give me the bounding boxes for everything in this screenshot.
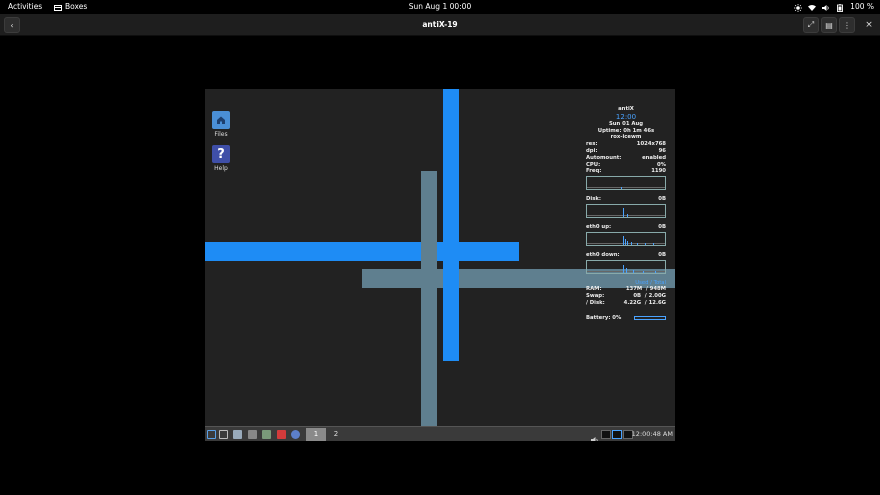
browser-icon[interactable] [291,430,300,439]
conky-stat-cpu: CPU: 0% [586,161,666,168]
battery-percentage: 100 % [850,2,874,11]
app-menu-label: Boxes [65,2,88,11]
desktop-icon-label: Help [214,165,228,172]
conky-system-monitor: antiX 12:00 Sun 01 Aug Uptime: 0h 1m 46s… [586,106,666,322]
battery-bar [634,316,666,321]
close-button[interactable]: × [861,17,877,33]
activities-button[interactable]: Activities [8,0,42,14]
system-status-area[interactable]: 100 % [794,0,874,14]
show-desktop-icon[interactable] [219,430,228,439]
fullscreen-button[interactable]: ⤢ [803,17,819,33]
menu-button[interactable]: ⋮ [839,17,855,33]
battery-icon [836,3,844,12]
conky-window-manager: rox-icewm [610,134,642,141]
desktop-icon-files[interactable]: Files [209,111,233,138]
conky-mem-ram: RAM: 137M / 948M [586,286,666,293]
folder-icon[interactable] [277,430,286,439]
eth-up-graph [586,231,666,246]
boxes-app-icon [54,3,62,11]
cpu-graph [586,176,666,191]
top-bar-clock[interactable]: Sun Aug 1 00:00 [409,2,471,11]
window-title: antiX-19 [422,20,458,29]
keyboard-shortcuts-button[interactable]: ▤ [821,17,837,33]
taskbar-clock[interactable]: 12:00:48 AM [632,427,673,441]
conky-mem-disk: / Disk: 4.22G / 12.6G [586,299,666,306]
desktop-icon-help[interactable]: ? Help [209,145,233,172]
conky-stat-freq: Freq: 1190 [586,168,666,175]
editor-icon[interactable] [262,430,271,439]
gnome-top-bar: Activities Boxes Sun Aug 1 00:00 100 % [0,0,880,14]
workspace-2-button[interactable]: 2 [326,428,346,441]
terminal-icon[interactable] [248,430,257,439]
conky-uptime: Uptime: 0h 1m 46s [597,127,655,134]
close-icon: × [865,20,873,30]
wallpaper-gray-vertical-bar [421,171,437,441]
desktop-icon-label: Files [214,131,228,138]
app-menu[interactable]: Boxes [54,0,87,14]
brightness-icon [794,3,803,12]
workspace-1-button[interactable]: 1 [306,428,326,441]
fullscreen-icon: ⤢ [807,20,815,29]
back-icon: ‹ [10,20,14,30]
keyboard-icon: ▤ [825,20,833,30]
network-monitor-tray-icon[interactable] [612,430,622,439]
wallpaper-blue-horizontal-bar [205,242,519,261]
wallpaper-blue-vertical-bar [443,89,459,361]
boxes-header-bar: ‹ antiX-19 ⤢ ▤ ⋮ × [0,14,880,36]
start-menu-icon[interactable] [207,430,216,439]
memory-header: Used / Total [635,279,666,286]
conky-eth-up: eth0 up: 0B [586,223,666,230]
volume-tray-icon[interactable] [591,430,599,441]
file-manager-icon[interactable] [233,430,242,439]
back-button[interactable]: ‹ [4,17,20,33]
wifi-icon [808,3,817,11]
vm-display[interactable]: Files ? Help antiX 12:00 Sun 01 Aug Upti… [205,89,675,441]
conky-stat-automount: Automount: enabled [586,154,666,161]
eth-down-graph [586,259,666,274]
menu-icon: ⋮ [843,20,851,30]
conky-eth-down: eth0 down: 0B [586,251,666,258]
conky-disk: Disk: 0B [586,196,666,203]
conky-mem-swap: Swap: 0B / 2.00G [586,293,666,300]
disk-graph [586,203,666,218]
volume-icon [822,3,830,11]
help-icon: ? [212,145,230,163]
conky-stat-dpi: dpi: 96 [586,147,666,154]
conky-hostname: antiX [618,106,634,112]
conky-time: 12:00 [615,112,637,121]
conky-battery: Battery: 0% [586,315,666,322]
vm-taskbar: 1 2 12:00:48 AM [205,426,675,441]
conky-date: Sun 01 Aug [608,120,644,127]
folder-home-icon [212,111,230,129]
conky-stat-res: res: 1024x768 [586,141,666,148]
cpu-monitor-tray-icon[interactable] [601,430,611,439]
